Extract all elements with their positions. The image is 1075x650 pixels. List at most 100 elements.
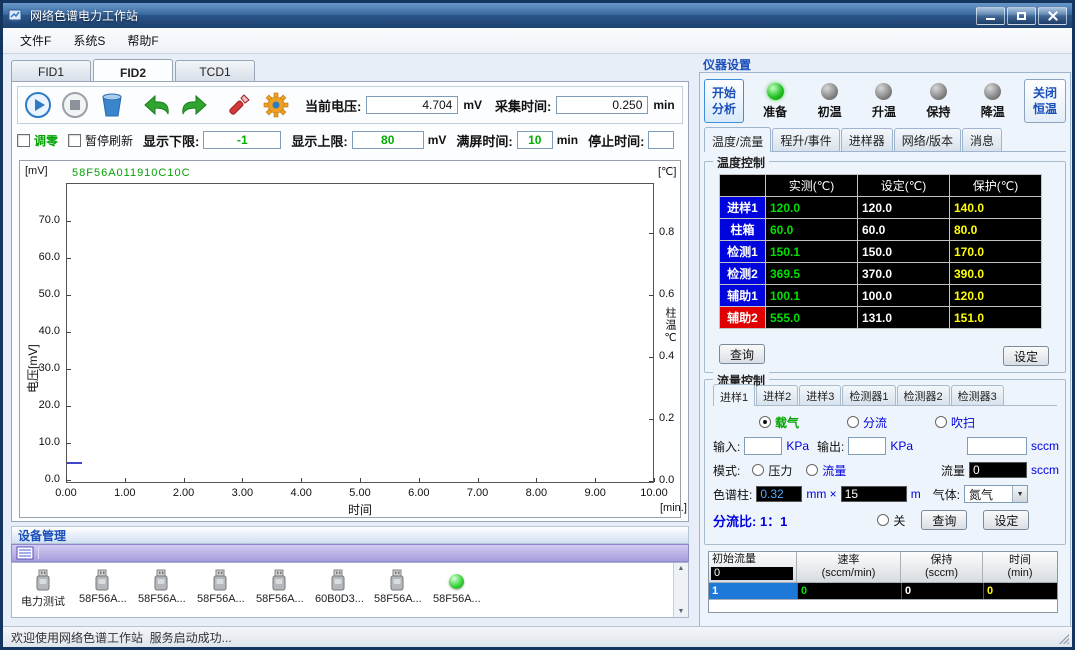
device-manager-header: 设备管理: [11, 526, 689, 544]
pause-refresh-checkbox[interactable]: [68, 134, 81, 147]
carrier-gas-radio[interactable]: [759, 416, 771, 428]
device-item[interactable]: 58F56A...: [374, 567, 420, 609]
device-item[interactable]: 58F56A...: [138, 567, 184, 609]
x-tick-label: 7.00: [460, 487, 496, 499]
split-ratio-row: 分流比: 1：1 关 查询 设定: [713, 509, 1059, 531]
play-icon: [24, 91, 52, 119]
stop-acquisition-button[interactable]: [59, 89, 91, 121]
y-tick-label: 10.0: [39, 436, 60, 448]
resize-grip[interactable]: [1057, 632, 1069, 644]
dropdown-arrow-icon[interactable]: ▼: [1012, 486, 1027, 502]
device-item[interactable]: 58F56A...: [433, 567, 479, 609]
flow-set-button[interactable]: 设定: [983, 510, 1029, 530]
temperature-header-row: 实测(℃) 设定(℃) 保护(℃): [720, 175, 1042, 197]
voltage-unit-label: mV: [463, 98, 482, 112]
program-row[interactable]: 1 0 0 0: [709, 582, 1057, 599]
calibration-tool-button[interactable]: [223, 89, 255, 121]
menu-file[interactable]: 文件F: [9, 27, 62, 54]
pressure-mode-radio[interactable]: [752, 464, 764, 476]
usb-device-icon: [256, 567, 302, 593]
device-item[interactable]: 电力测试: [20, 567, 66, 609]
clear-button[interactable]: [96, 89, 128, 121]
undo-button[interactable]: [141, 89, 173, 121]
settings-tab-1[interactable]: 程升/事件: [772, 128, 839, 151]
x-tick-label: 5.00: [342, 487, 378, 499]
redo-button[interactable]: [178, 89, 210, 121]
purge-gas-radio[interactable]: [935, 416, 947, 428]
device-item[interactable]: 58F56A...: [256, 567, 302, 609]
fullscreen-time-input[interactable]: 10: [517, 131, 553, 149]
fullscreen-time-label: 满屏时间:: [456, 131, 512, 150]
title-bar[interactable]: 网络色谱电力工作站: [3, 3, 1072, 28]
device-list-scrollbar[interactable]: ▲ ▼: [673, 563, 688, 617]
temperature-row: 辅助1100.1100.0120.0: [720, 285, 1042, 307]
flow-tab-3[interactable]: 检测器1: [842, 385, 895, 405]
redo-arrow-icon: [179, 93, 209, 117]
stop-time-input[interactable]: [648, 131, 674, 149]
split-gas-radio[interactable]: [847, 416, 859, 428]
upper-limit-input[interactable]: 80: [352, 131, 424, 149]
signal-tab-TCD1[interactable]: TCD1: [175, 60, 255, 82]
settings-tab-0[interactable]: 温度/流量: [704, 127, 771, 152]
zero-checkbox[interactable]: [17, 134, 30, 147]
axis-tick: [67, 258, 71, 259]
device-item[interactable]: 58F56A...: [197, 567, 243, 609]
carrier-gas-label: 载气: [775, 414, 799, 431]
output-pressure-field[interactable]: [848, 437, 886, 455]
device-list-view-button[interactable]: [16, 546, 34, 560]
column-diameter-field[interactable]: 0.32: [756, 486, 802, 502]
column-length-field[interactable]: 15: [841, 486, 907, 502]
split-off-radio[interactable]: [877, 514, 889, 526]
flow-readout-field[interactable]: [967, 437, 1027, 455]
measured-header: 实测(℃): [766, 175, 858, 197]
y2-axis-title: 柱温℃: [662, 307, 678, 345]
signal-tab-FID2[interactable]: FID2: [93, 59, 173, 83]
device-item[interactable]: 60B0D3...: [315, 567, 361, 609]
settings-button[interactable]: [260, 89, 292, 121]
temp-query-button[interactable]: 查询: [719, 344, 765, 364]
gas-type-select[interactable]: 氮气 ▼: [964, 485, 1028, 503]
minimize-button[interactable]: [976, 7, 1005, 25]
settings-tab-2[interactable]: 进样器: [841, 128, 893, 151]
time-header: 时间 (min): [983, 552, 1057, 582]
start-acquisition-button[interactable]: [22, 89, 54, 121]
stage-label: 降温: [968, 103, 1018, 120]
menu-help[interactable]: 帮助F: [116, 27, 169, 54]
axis-tick: [360, 478, 361, 482]
output-label: 输出:: [817, 438, 844, 455]
temperature-row: 检测1150.1150.0170.0: [720, 241, 1042, 263]
scroll-up-icon[interactable]: ▲: [678, 565, 685, 572]
signal-panel: 当前电压: 4.704 mV 采集时间: 0.250 min 调零 暂停刷新 显…: [11, 81, 689, 522]
flow-tab-1[interactable]: 进样2: [756, 385, 798, 405]
temp-set-button[interactable]: 设定: [1003, 346, 1049, 366]
lower-limit-input[interactable]: -1: [203, 131, 281, 149]
flow-tab-0[interactable]: 进样1: [713, 384, 755, 406]
menu-system[interactable]: 系统S: [62, 27, 116, 54]
rate-header: 速率 (sccm/min): [797, 552, 901, 582]
signal-tab-FID1[interactable]: FID1: [11, 60, 91, 82]
flow-tab-4[interactable]: 检测器2: [897, 385, 950, 405]
stop-time-label: 停止时间:: [588, 131, 644, 150]
plot-area[interactable]: [66, 183, 654, 483]
close-button[interactable]: [1038, 7, 1067, 25]
gas-mode-row: 载气 分流 吹扫: [713, 411, 1059, 433]
axis-tick: [67, 295, 71, 296]
flow-tab-5[interactable]: 检测器3: [951, 385, 1004, 405]
input-pressure-field[interactable]: [744, 437, 782, 455]
initial-flow-field[interactable]: 0: [711, 567, 793, 580]
start-analysis-button[interactable]: 开始分析: [704, 79, 744, 123]
y2-tick-label: 0.2: [659, 412, 674, 424]
maximize-button[interactable]: [1007, 7, 1036, 25]
device-item[interactable]: 58F56A...: [79, 567, 125, 609]
flow-mode-radio[interactable]: [806, 464, 818, 476]
time-header-unit: (min): [1007, 567, 1032, 580]
settings-tab-4[interactable]: 消息: [962, 128, 1002, 151]
close-thermostat-button[interactable]: 关闭恒温: [1024, 79, 1066, 123]
toolbar-separator: [38, 547, 39, 559]
zero-label: 调零: [34, 132, 58, 149]
scroll-down-icon[interactable]: ▼: [678, 608, 685, 615]
rate-header-unit: (sccm/min): [822, 567, 876, 580]
settings-tab-3[interactable]: 网络/版本: [894, 128, 961, 151]
flow-query-button[interactable]: 查询: [921, 510, 967, 530]
flow-tab-2[interactable]: 进样3: [799, 385, 841, 405]
